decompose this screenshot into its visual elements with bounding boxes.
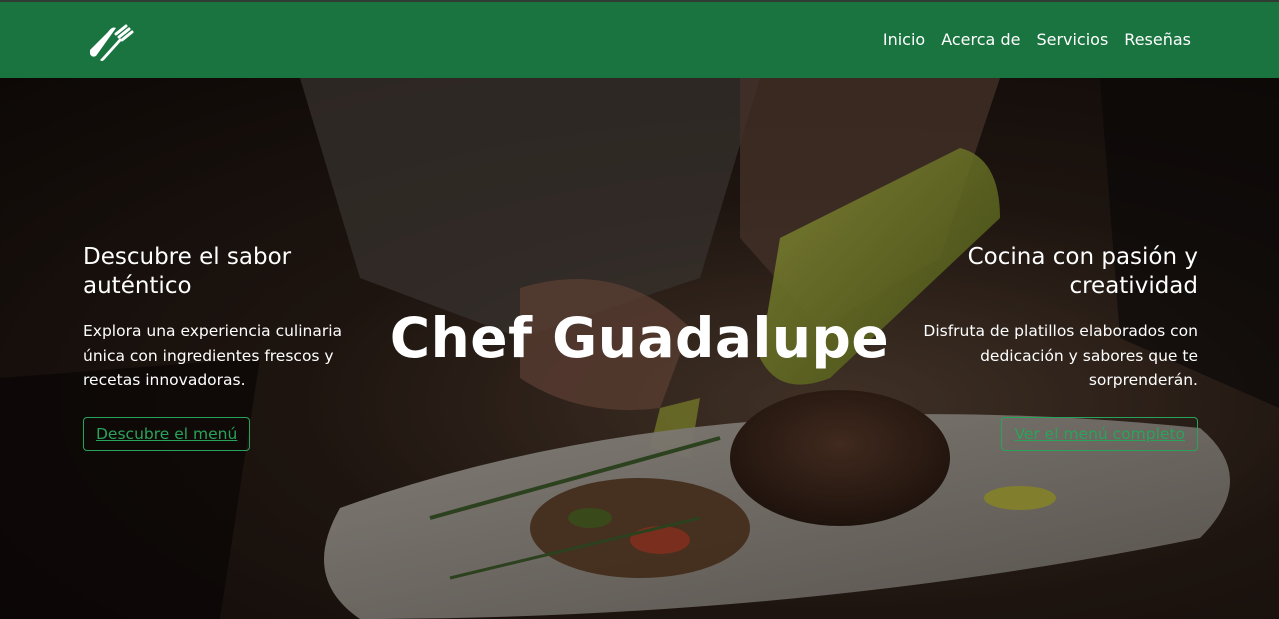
fork-knife-icon[interactable] xyxy=(82,16,134,68)
left-heading: Descubre el sabor auténtico xyxy=(83,244,292,299)
main-nav: Inicio Acerca de Servicios Reseñas xyxy=(883,30,1191,49)
nav-link-servicios[interactable]: Servicios xyxy=(1036,30,1108,49)
discover-menu-button[interactable]: Descubre el menú xyxy=(83,416,251,451)
full-menu-button[interactable]: Ver el menú completo xyxy=(1001,416,1198,451)
right-heading: Cocina con pasión y creatividad xyxy=(967,244,1198,299)
right-description: Disfruta de platillos elaborados con ded… xyxy=(923,322,1198,389)
hero-section: Descubre el sabor auténtico Explora una … xyxy=(0,78,1279,619)
hero-right-column: Cocina con pasión y creatividad Disfruta… xyxy=(908,243,1198,451)
navbar: Inicio Acerca de Servicios Reseñas xyxy=(0,2,1279,78)
nav-link-inicio[interactable]: Inicio xyxy=(883,30,925,49)
nav-link-acerca[interactable]: Acerca de xyxy=(941,30,1020,49)
nav-link-resenas[interactable]: Reseñas xyxy=(1124,30,1191,49)
